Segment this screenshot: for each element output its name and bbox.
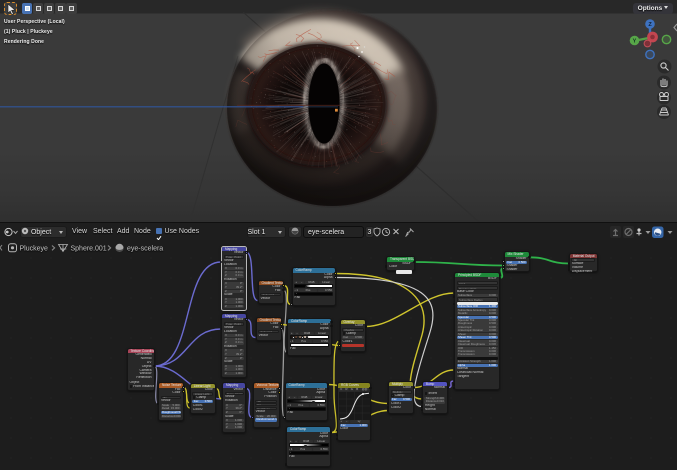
svg-text:eye-scelera: eye-scelera [127,246,163,253]
svg-text:Y: Y [633,39,637,45]
svg-text:Pluckeye: Pluckeye [20,246,49,253]
svg-text:Sphere.001: Sphere.001 [71,246,107,253]
